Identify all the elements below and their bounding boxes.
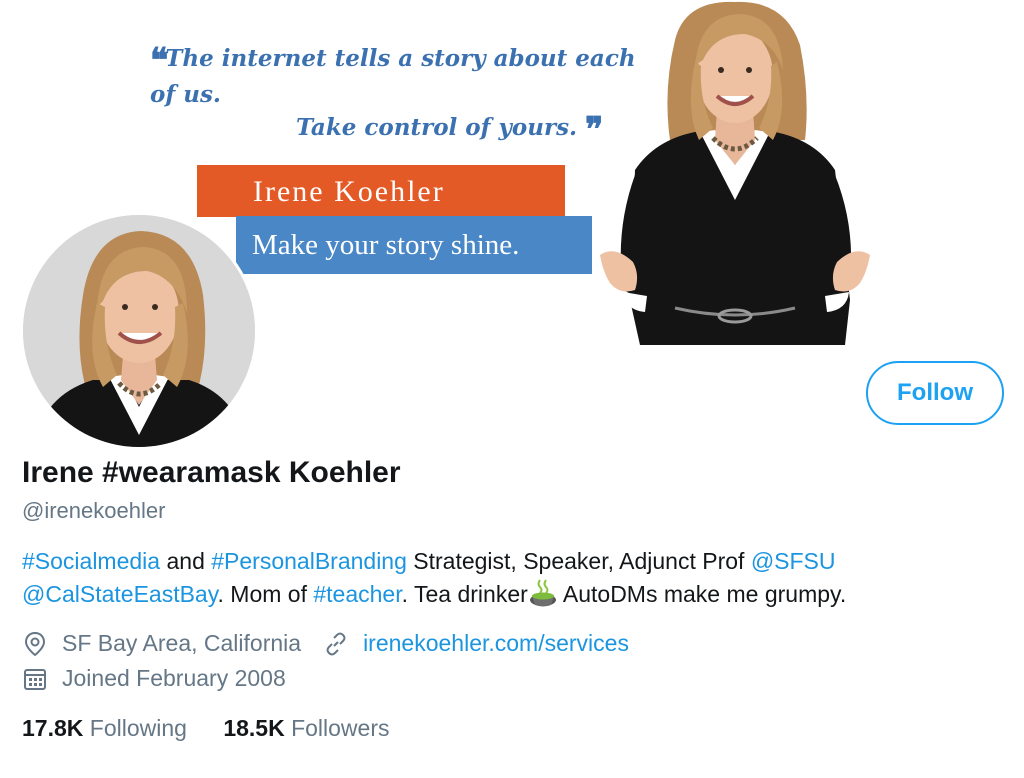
bio-text: and xyxy=(160,548,212,574)
banner-person-photo xyxy=(600,1,870,345)
profile-joined-date: Joined February 2008 xyxy=(62,665,286,691)
profile-handle: @irenekoehler xyxy=(22,498,166,523)
hashtag-personalbranding-link[interactable]: #PersonalBranding xyxy=(211,548,407,574)
banner-name-bar: Irene Koehler xyxy=(197,165,565,217)
banner-quote-line2: Take control of yours. xyxy=(296,114,578,141)
banner-quote: ❝The internet tells a story about each o… xyxy=(150,42,650,147)
profile-meta-row: Joined February 2008 xyxy=(22,665,286,692)
bio-text: AutoDMs make me grumpy. xyxy=(557,581,847,607)
tea-emoji-icon xyxy=(529,579,556,607)
profile-stats: 17.8K Following 18.5K Followers xyxy=(22,715,420,742)
bio-text: . Mom of xyxy=(217,581,314,607)
following-stat[interactable]: 17.8K Following xyxy=(22,715,187,741)
bio-text: . Tea drinker xyxy=(401,581,528,607)
banner-tagline: Make your story shine. xyxy=(236,216,592,274)
profile-location: SF Bay Area, California xyxy=(62,630,302,656)
profile-avatar[interactable] xyxy=(20,212,258,450)
hashtag-socialmedia-link[interactable]: #Socialmedia xyxy=(22,548,160,574)
profile-display-name: Irene #wearamask Koehler xyxy=(22,456,401,489)
avatar-photo xyxy=(23,215,255,447)
bio-text: Strategist, Speaker, Adjunct Prof xyxy=(406,548,751,574)
hashtag-teacher-link[interactable]: #teacher xyxy=(313,581,401,607)
profile-website-link[interactable]: irenekoehler.com/services xyxy=(363,630,629,657)
calendar-icon xyxy=(24,668,46,690)
open-quote-icon: ❝ xyxy=(150,41,168,81)
banner-quote-line1: The internet tells a story about each of… xyxy=(150,45,636,108)
mention-calstateeastbay-link[interactable]: @CalStateEastBay xyxy=(22,581,218,607)
mention-sfsu-link[interactable]: @SFSU xyxy=(751,548,836,574)
location-pin-icon xyxy=(24,631,46,656)
following-label: Following xyxy=(89,715,187,741)
followers-label: Followers xyxy=(291,715,390,741)
profile-bio: #Socialmedia and #PersonalBranding Strat… xyxy=(22,545,1012,611)
link-icon xyxy=(326,632,346,655)
following-count: 17.8K xyxy=(22,715,84,741)
followers-count: 18.5K xyxy=(223,715,285,741)
avatar xyxy=(23,215,255,447)
followers-stat[interactable]: 18.5K Followers xyxy=(223,715,389,741)
follow-button[interactable]: Follow xyxy=(866,361,1004,425)
profile-meta-row: SF Bay Area, California irenekoehler.com… xyxy=(22,630,629,657)
